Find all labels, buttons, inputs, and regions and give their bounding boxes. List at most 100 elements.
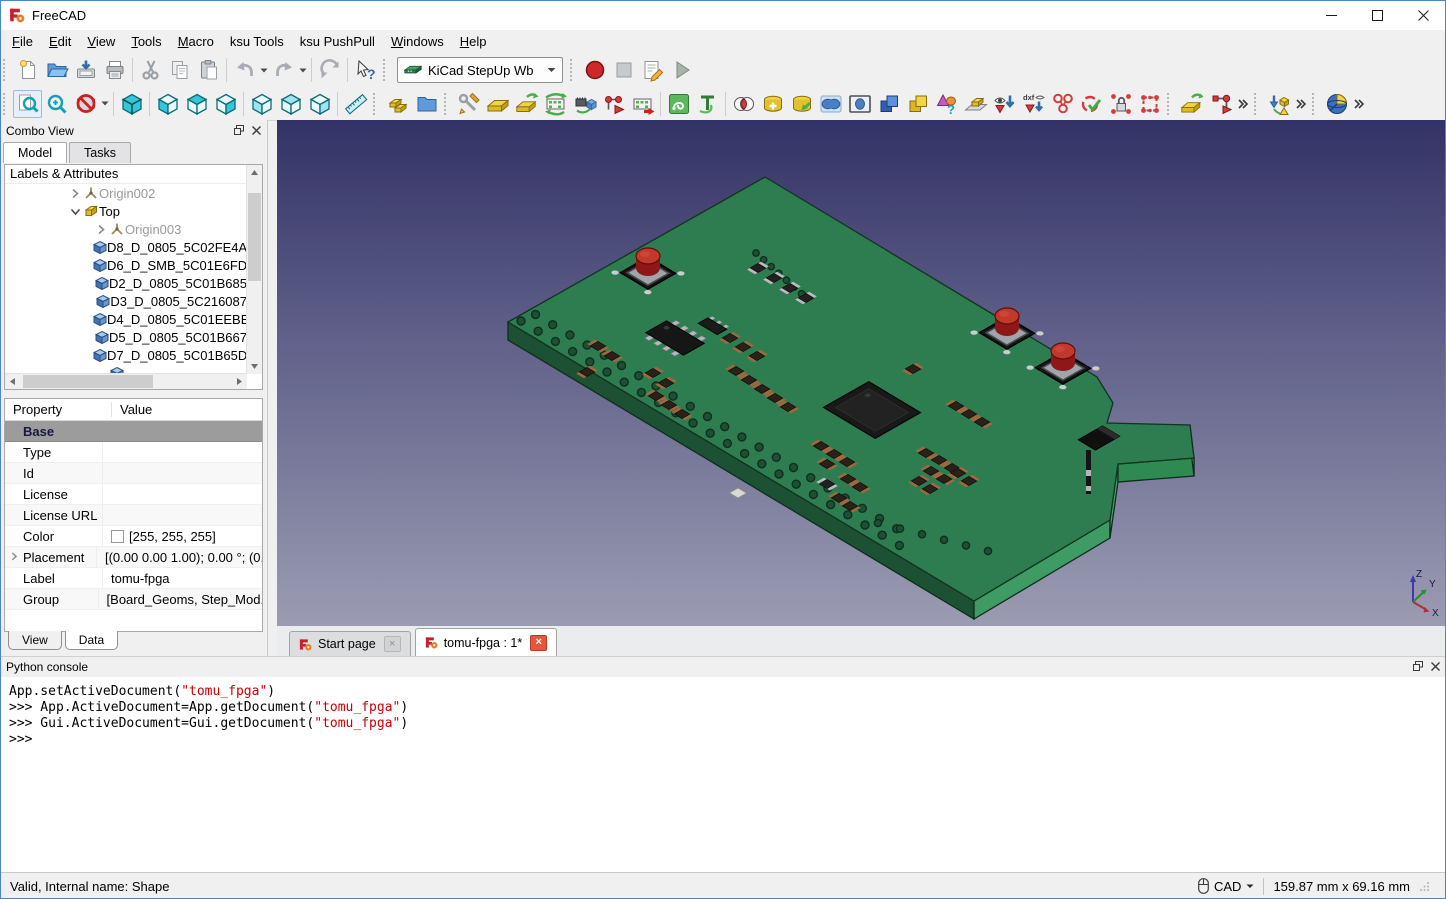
toolbar-handle[interactable]: [444, 93, 450, 115]
copy-button[interactable]: [165, 56, 194, 84]
ksu-sketch-path-button[interactable]: [599, 90, 628, 118]
maximize-button[interactable]: [1354, 0, 1400, 30]
tab-data[interactable]: Data: [65, 631, 118, 650]
menu-ksu-tools[interactable]: ksu Tools: [222, 31, 292, 52]
resize-grip-icon[interactable]: [1419, 881, 1430, 892]
toolbar-handle[interactable]: [373, 93, 379, 115]
paste-button[interactable]: [194, 56, 223, 84]
python-console-input[interactable]: App.setActiveDocument("tomu_fpga")>>> Ap…: [0, 677, 1446, 872]
workbench-selector[interactable]: KiCad StepUp Wb: [397, 57, 563, 83]
save-button[interactable]: [71, 56, 100, 84]
ksu-text-button[interactable]: [693, 90, 722, 118]
property-row-type[interactable]: Type: [5, 442, 262, 463]
scroll-thumb[interactable]: [23, 375, 153, 388]
toolbar-handle[interactable]: [1254, 93, 1260, 115]
view-bottom-button[interactable]: [276, 90, 305, 118]
float-panel-icon[interactable]: [234, 124, 244, 138]
expander-right-icon[interactable]: [93, 222, 108, 236]
tree-item-d8-d-0805-5c02fe4a[interactable]: D8_D_0805_5C02FE4A: [5, 238, 247, 256]
refresh-button[interactable]: [315, 56, 344, 84]
ksu-part-button[interactable]: [383, 90, 412, 118]
toolbar-handle[interactable]: [1167, 93, 1173, 115]
ksu-board-update-button[interactable]: [628, 90, 657, 118]
undo-button[interactable]: [230, 56, 259, 84]
menu-ksu-pushpull[interactable]: ksu PushPull: [292, 31, 383, 52]
macro-stop-button[interactable]: [609, 56, 638, 84]
menu-file[interactable]: File: [4, 31, 41, 52]
toolbar-handle[interactable]: [3, 59, 9, 81]
ksu-board-load-button[interactable]: [541, 90, 570, 118]
path-red-button[interactable]: [1206, 90, 1235, 118]
tab-model[interactable]: Model: [3, 142, 67, 163]
toolbar-handle[interactable]: [570, 59, 576, 81]
dropdown-caret[interactable]: [259, 68, 269, 73]
view-zoom-button[interactable]: [42, 90, 71, 118]
tree-item-d7-d-0805-5c01b65d[interactable]: D7_D_0805_5C01B65D: [5, 346, 247, 364]
toolbar-handle[interactable]: [383, 59, 389, 81]
navigation-style-selector[interactable]: CAD: [1198, 878, 1254, 894]
toolbar-handle[interactable]: [3, 93, 9, 115]
view-front-button[interactable]: [153, 90, 182, 118]
tree-item-origin003[interactable]: Origin003: [5, 220, 247, 238]
measure-button[interactable]: [341, 90, 370, 118]
close-panel-icon[interactable]: [1431, 660, 1440, 674]
view-left-button[interactable]: [305, 90, 334, 118]
red-select-button[interactable]: [1135, 90, 1164, 118]
tab-tasks[interactable]: Tasks: [69, 142, 131, 163]
property-value[interactable]: [Board_Geoms, Step_Mod...: [99, 592, 262, 607]
tree-item-d6-d-smb-5c01e6fd[interactable]: D6_D_SMB_5C01E6FD: [5, 256, 247, 274]
macro-record-button[interactable]: [580, 56, 609, 84]
view-fit-button[interactable]: [13, 90, 42, 118]
float-panel-icon[interactable]: [1413, 660, 1423, 674]
dropdown-caret[interactable]: [100, 101, 110, 106]
tree-item-d4-d-0805-5c01eebe[interactable]: D4_D_0805_5C01EEBE: [5, 310, 247, 328]
property-row-license-url[interactable]: License URL: [5, 505, 262, 526]
close-tab-icon[interactable]: ×: [384, 636, 401, 652]
ingot-export2-button[interactable]: [1177, 90, 1206, 118]
menu-help[interactable]: Help: [452, 31, 495, 52]
tree-item-top[interactable]: Top: [5, 202, 247, 220]
tree-item-d5-d-0805-5c01b667[interactable]: D5_D_0805_5C01B667: [5, 328, 247, 346]
export-eye-button[interactable]: [990, 90, 1019, 118]
menu-view[interactable]: View: [79, 31, 123, 52]
redo-button[interactable]: [269, 56, 298, 84]
part-common-button[interactable]: [845, 90, 874, 118]
toolbar-overflow-button[interactable]: [1293, 98, 1309, 110]
compound-yellow-button[interactable]: [903, 90, 932, 118]
tree-vertical-scrollbar[interactable]: [246, 165, 262, 374]
expander-right-icon[interactable]: [67, 186, 82, 200]
plane-box-button[interactable]: [961, 90, 990, 118]
close-tab-icon[interactable]: ×: [530, 635, 547, 651]
cut-button[interactable]: [136, 56, 165, 84]
toolbar-overflow-button[interactable]: [1351, 98, 1367, 110]
menu-edit[interactable]: Edit: [41, 31, 79, 52]
view-rear-button[interactable]: [247, 90, 276, 118]
part-fuse-button[interactable]: [816, 90, 845, 118]
dropdown-caret[interactable]: [298, 68, 308, 73]
doc-tab-start-page[interactable]: Start page×: [289, 631, 411, 656]
scroll-down-icon[interactable]: [247, 359, 262, 374]
toolbar-handle[interactable]: [1312, 93, 1318, 115]
property-value[interactable]: [255, 255, 255]: [103, 529, 216, 544]
property-row-base[interactable]: Base: [5, 421, 262, 442]
dxf-export-button[interactable]: dxf: [1019, 90, 1048, 118]
scroll-thumb[interactable]: [248, 193, 261, 281]
red-lock-button[interactable]: [1106, 90, 1135, 118]
new-file-button[interactable]: [13, 56, 42, 84]
toolbar-overflow-button[interactable]: [1235, 98, 1251, 110]
tree-item-origin002[interactable]: Origin002: [5, 184, 247, 202]
macro-play-button[interactable]: [667, 56, 696, 84]
red-check-button[interactable]: [1077, 90, 1106, 118]
property-row-color[interactable]: Color[255, 255, 255]: [5, 526, 262, 547]
view-top-button[interactable]: [182, 90, 211, 118]
transform-tool-button[interactable]: [1264, 90, 1293, 118]
bool-union-button[interactable]: [758, 90, 787, 118]
property-value[interactable]: [(0.00 0.00 1.00); 0.00 °; (0....: [97, 550, 262, 565]
3d-viewport[interactable]: Z Y X: [277, 120, 1446, 626]
menu-windows[interactable]: Windows: [383, 31, 452, 52]
bool-cut-button[interactable]: [787, 90, 816, 118]
tree-item-d3-d-0805-5c216087[interactable]: D3_D_0805_5C216087: [5, 292, 247, 310]
red-group-button[interactable]: [1048, 90, 1077, 118]
scroll-right-icon[interactable]: [232, 374, 247, 389]
ksu-folder-button[interactable]: [412, 90, 441, 118]
